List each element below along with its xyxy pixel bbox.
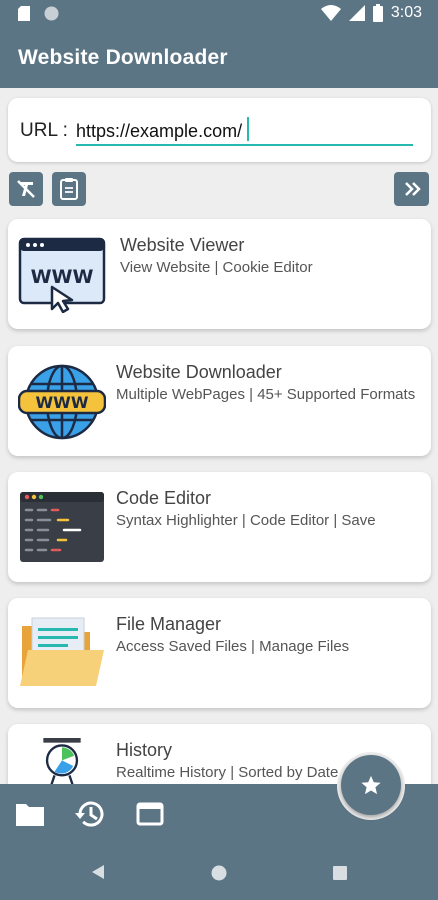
- card-subtitle: Syntax Highlighter | Code Editor | Save: [116, 512, 376, 529]
- card-subtitle: View Website | Cookie Editor: [120, 259, 313, 276]
- clipboard-icon: [60, 178, 78, 200]
- text-caret: [247, 117, 249, 141]
- card-website-downloader[interactable]: WWW Website Downloader Multiple WebPages…: [8, 346, 431, 456]
- paste-button[interactable]: [52, 172, 86, 206]
- sd-card-icon: [18, 6, 30, 21]
- history-button[interactable]: [74, 798, 106, 830]
- globe-www-icon: WWW: [18, 364, 106, 440]
- recents-icon[interactable]: [333, 866, 347, 880]
- back-icon[interactable]: [90, 864, 106, 880]
- signal-icon: [348, 5, 365, 21]
- card-title: Code Editor: [116, 488, 212, 508]
- window-icon: [136, 802, 164, 826]
- circle-icon: [44, 6, 59, 21]
- clear-url-button[interactable]: [9, 172, 43, 206]
- url-label: URL :: [20, 120, 68, 141]
- double-chevron-right-icon: [404, 182, 421, 196]
- favorites-fab[interactable]: [341, 755, 401, 815]
- home-icon[interactable]: [211, 865, 227, 881]
- card-subtitle: Multiple WebPages | 45+ Supported Format…: [116, 386, 416, 403]
- card-subtitle: Access Saved Files | Manage Files: [116, 638, 350, 655]
- status-bar: 3:03: [0, 0, 438, 28]
- app-bar: Website Downloader: [0, 28, 438, 88]
- url-input[interactable]: [76, 112, 413, 146]
- url-card: URL :: [8, 98, 431, 162]
- clear-format-icon: [17, 180, 35, 198]
- status-time: 3:03: [390, 4, 422, 21]
- card-title: File Manager: [116, 614, 222, 634]
- wifi-icon: [320, 5, 341, 21]
- card-file-manager[interactable]: File Manager Access Saved Files | Manage…: [8, 598, 431, 708]
- card-website-viewer[interactable]: WWW Website Viewer View Website | Cookie…: [8, 219, 431, 329]
- card-title: Website Viewer: [120, 235, 245, 255]
- folder-files-icon: [20, 617, 104, 686]
- star-icon: [361, 775, 381, 795]
- system-nav-bar: [0, 844, 438, 900]
- card-title: Website Downloader: [116, 362, 282, 382]
- history-icon: [75, 801, 104, 827]
- svg-text:WWW: WWW: [31, 266, 94, 288]
- browser-www-icon: WWW: [18, 237, 106, 313]
- files-button[interactable]: [14, 798, 46, 830]
- code-window-icon: [20, 492, 104, 562]
- window-button[interactable]: [134, 798, 166, 830]
- battery-icon: [372, 4, 383, 22]
- card-code-editor[interactable]: Code Editor Syntax Highlighter | Code Ed…: [8, 472, 431, 582]
- go-button[interactable]: [394, 172, 429, 206]
- app-title: Website Downloader: [18, 46, 228, 69]
- card-title: History: [116, 740, 173, 760]
- folder-icon: [16, 804, 44, 826]
- svg-text:WWW: WWW: [36, 393, 89, 412]
